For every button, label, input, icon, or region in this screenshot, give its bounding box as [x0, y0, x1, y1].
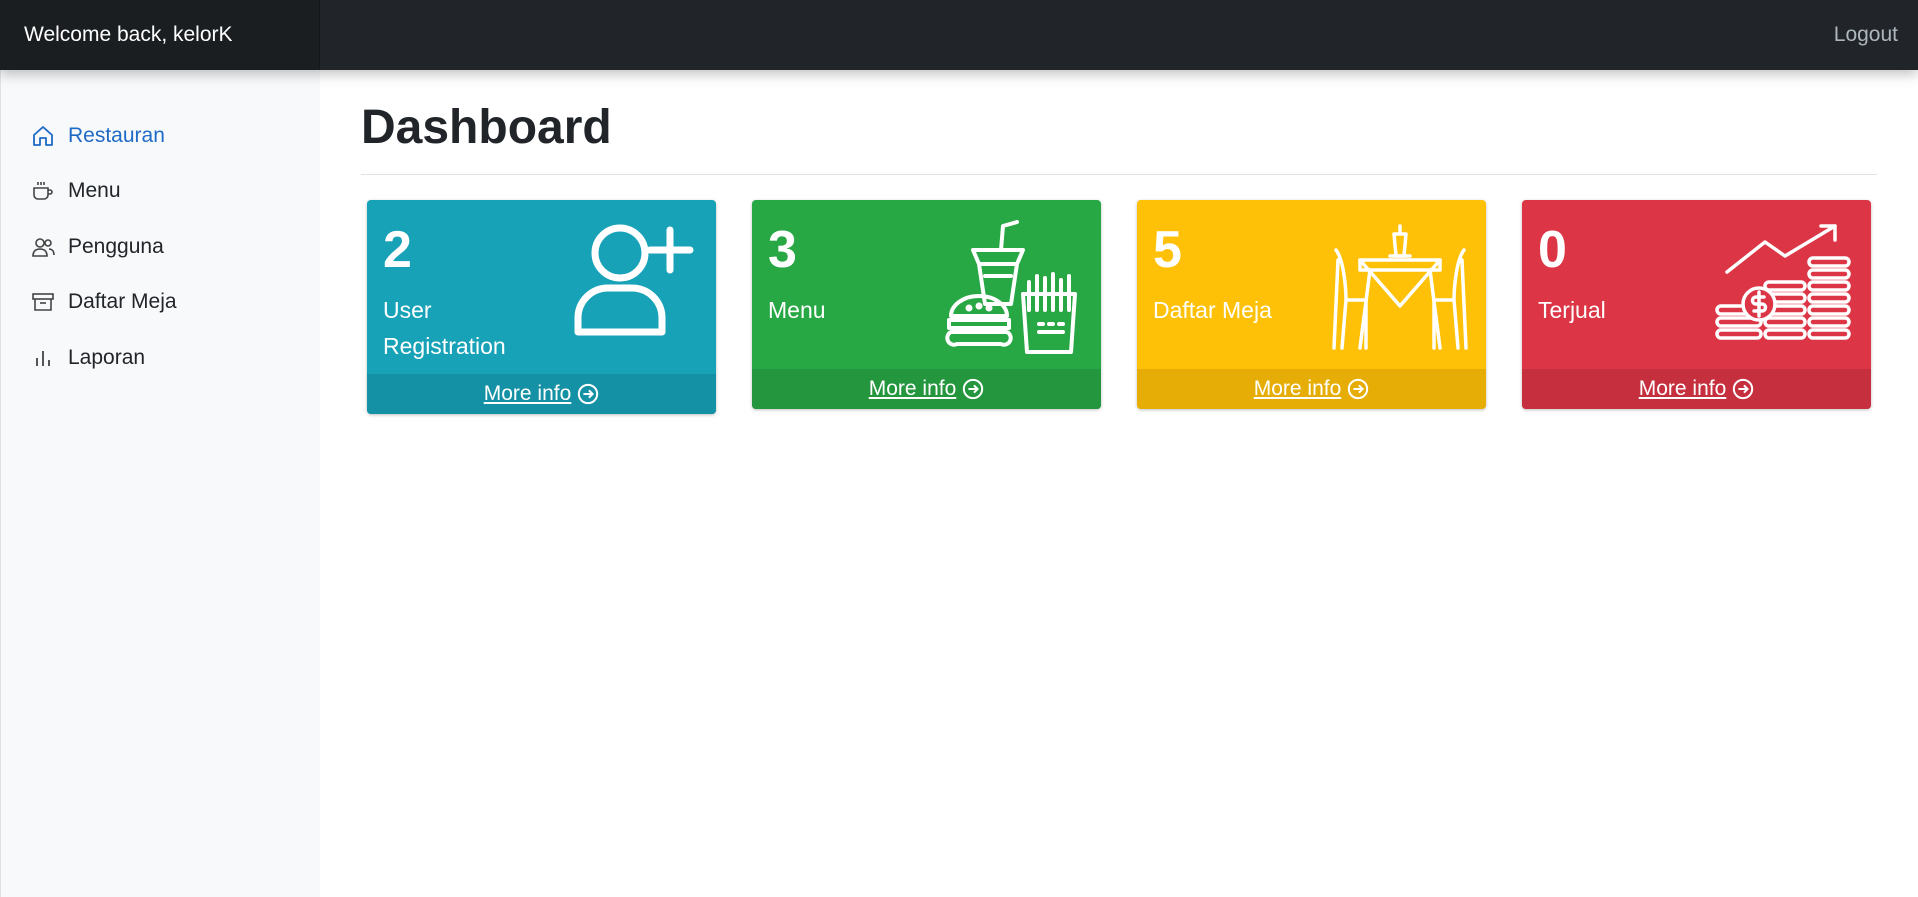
- sidebar-item-label: Daftar Meja: [68, 290, 177, 314]
- card-count: 0: [1538, 221, 1567, 279]
- sidebar-item-label: Menu: [68, 179, 121, 203]
- arrow-right-circle-icon: [963, 378, 984, 400]
- card-label: User Registration: [383, 297, 506, 359]
- sidebar-item-label: Laporan: [68, 345, 146, 369]
- sidebar-item-laporan[interactable]: Laporan: [1, 330, 320, 386]
- sidebar-item-pengguna[interactable]: Pengguna: [1, 219, 320, 275]
- sidebar-item-menu[interactable]: Menu: [1, 164, 320, 220]
- more-info-link[interactable]: More info: [1522, 369, 1871, 409]
- more-info-link[interactable]: More info: [367, 374, 716, 414]
- fast-food-icon: [945, 220, 1085, 365]
- more-info-label: More info: [868, 377, 957, 400]
- arrow-right-circle-icon: [1733, 378, 1754, 400]
- people-icon: [30, 234, 56, 260]
- sidebar-item-label: Pengguna: [68, 234, 164, 258]
- more-info-link[interactable]: More info: [1137, 369, 1486, 409]
- main-content: Dashboard 2 User Registration More info …: [361, 70, 1877, 414]
- sidebar-item-label: Restauran: [68, 123, 165, 147]
- card-count: 3: [768, 221, 797, 279]
- card-daftar-meja: 5 Daftar Meja More info: [1137, 200, 1486, 409]
- sidebar-nav: Restauran Menu Pengguna Daftar Meja Lapo…: [1, 70, 320, 386]
- archive-icon: [30, 289, 56, 315]
- more-info-label: More info: [1638, 377, 1727, 400]
- sidebar-item-daftar-meja[interactable]: Daftar Meja: [1, 275, 320, 331]
- card-label: Menu: [768, 297, 826, 323]
- bar-chart-icon: [30, 345, 56, 371]
- page-title: Dashboard: [361, 101, 612, 154]
- welcome-text: Welcome back, kelorK: [0, 0, 320, 70]
- dining-table-icon: [1330, 220, 1470, 357]
- card-count: 2: [383, 221, 412, 279]
- card-terjual: 0 Terjual More info: [1522, 200, 1871, 409]
- cup-icon: [30, 178, 56, 204]
- logout-link[interactable]: Logout: [1834, 0, 1898, 70]
- sidebar-item-restauran[interactable]: Restauran: [1, 108, 320, 164]
- card-label: Terjual: [1538, 297, 1606, 323]
- more-info-label: More info: [1253, 377, 1342, 400]
- coins-growth-icon: [1715, 220, 1855, 355]
- more-info-label: More info: [483, 382, 572, 405]
- card-menu: 3 Menu More info: [752, 200, 1101, 409]
- arrow-right-circle-icon: [578, 383, 599, 405]
- top-navbar: Welcome back, kelorK Logout: [0, 0, 1918, 70]
- home-icon: [30, 123, 56, 149]
- more-info-link[interactable]: More info: [752, 369, 1101, 409]
- sidebar: Restauran Menu Pengguna Daftar Meja Lapo…: [0, 70, 320, 897]
- card-label: Daftar Meja: [1153, 297, 1272, 323]
- card-count: 5: [1153, 221, 1182, 279]
- arrow-right-circle-icon: [1348, 378, 1369, 400]
- divider: [361, 174, 1877, 175]
- card-user-registration: 2 User Registration More info: [367, 200, 716, 414]
- user-plus-icon: [570, 220, 700, 345]
